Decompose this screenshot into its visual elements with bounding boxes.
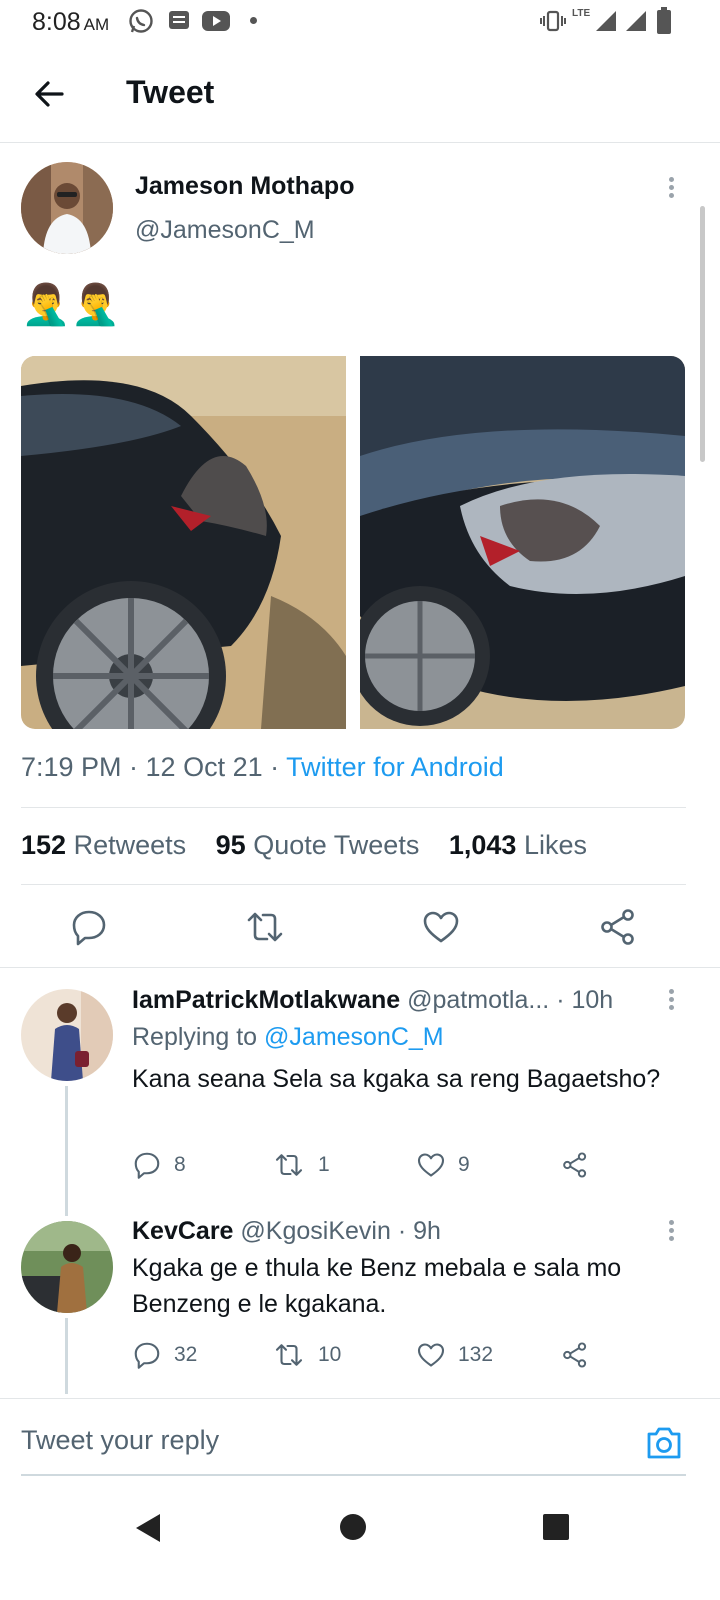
nav-recents-icon[interactable]	[543, 1514, 569, 1540]
replying-to: Replying to @JamesonC_M	[132, 1023, 444, 1052]
tweet-stats: 152 Retweets 95 Quote Tweets 1,043 Likes	[21, 830, 609, 861]
signal-icon-2	[626, 11, 646, 31]
retweet-icon[interactable]	[245, 907, 285, 947]
like-count: 132	[458, 1343, 494, 1366]
camera-icon[interactable]	[645, 1425, 683, 1461]
tweet-source-link[interactable]: Twitter for Android	[286, 752, 504, 782]
reply-avatar-image	[21, 1221, 113, 1313]
thread-line	[65, 1086, 68, 1216]
tweet-photo-2[interactable]	[360, 356, 685, 729]
tweet-meta: 7:19 PM · 12 Oct 21 · Twitter for Androi…	[21, 752, 504, 783]
divider	[21, 807, 686, 808]
share-icon[interactable]	[561, 1341, 589, 1369]
status-time-ampm: AM	[83, 15, 110, 34]
like-icon	[417, 1153, 445, 1177]
composer-underline	[21, 1474, 686, 1476]
nav-home-icon[interactable]	[340, 1514, 366, 1540]
whatsapp-icon	[129, 9, 153, 33]
reply-avatar-image	[21, 989, 113, 1081]
retweet-icon	[275, 1344, 303, 1366]
scrollbar[interactable]	[700, 206, 705, 462]
like-icon[interactable]	[421, 907, 461, 947]
reply-icon	[134, 1152, 160, 1179]
author-handle[interactable]: @JamesonC_M	[135, 216, 315, 245]
network-type-label: LTE	[572, 8, 591, 19]
likes-count: 1,043	[448, 830, 517, 860]
quote-tweets-count: 95	[215, 830, 246, 860]
reply-avatar[interactable]	[21, 989, 113, 1081]
reply-icon[interactable]	[69, 907, 109, 947]
reply-avatar[interactable]	[21, 1221, 113, 1313]
battery-icon	[657, 7, 671, 34]
share-icon[interactable]	[598, 907, 638, 947]
youtube-icon	[202, 11, 230, 31]
replying-to-link[interactable]: @JamesonC_M	[264, 1023, 444, 1051]
reply-like-button[interactable]: 132	[416, 1340, 493, 1370]
likes-stat[interactable]: 1,043 Likes	[449, 830, 587, 860]
reply-author-handle[interactable]: @patmotla...	[407, 986, 549, 1014]
quote-tweets-label: Quote Tweets	[253, 830, 420, 860]
replying-to-label: Replying to	[132, 1023, 265, 1051]
reply-author-name[interactable]: KevCare	[132, 1217, 233, 1245]
retweet-count: 10	[318, 1343, 342, 1366]
retweet-count: 1	[318, 1153, 330, 1176]
reply-count: 32	[174, 1343, 198, 1366]
status-time-value: 8:08	[32, 8, 81, 36]
reply-retweet-button[interactable]: 1	[272, 1150, 330, 1180]
section-divider	[0, 967, 720, 968]
reply-author-handle[interactable]: @KgosiKevin	[240, 1217, 390, 1245]
like-icon	[417, 1343, 445, 1367]
reply-age: · 9h	[397, 1217, 441, 1245]
app-header: Tweet	[0, 46, 720, 143]
tweet-more-icon[interactable]	[666, 174, 676, 208]
likes-label: Likes	[523, 830, 587, 860]
divider	[21, 884, 686, 885]
notification-dot-icon	[250, 17, 257, 24]
reply-like-button[interactable]: 9	[416, 1150, 470, 1180]
reply-more-icon[interactable]	[666, 986, 676, 1020]
reply-input[interactable]: Tweet your reply	[21, 1425, 219, 1456]
signal-icon	[596, 11, 616, 31]
quote-tweets-stat[interactable]: 95 Quote Tweets	[216, 830, 420, 860]
retweets-label: Retweets	[73, 830, 187, 860]
nav-back-icon[interactable]	[133, 1512, 163, 1544]
reply-reply-button[interactable]: 32	[132, 1340, 197, 1370]
message-icon	[169, 11, 189, 29]
reply-retweet-button[interactable]: 10	[272, 1340, 341, 1370]
reply-header: IamPatrickMotlakwane @patmotla... · 10h	[132, 986, 613, 1015]
reply-icon	[134, 1342, 160, 1369]
reply-more-icon[interactable]	[666, 1217, 676, 1251]
status-time: 8:08 AM	[32, 8, 109, 37]
retweets-count: 152	[21, 830, 67, 860]
car-photo-1-image	[21, 356, 346, 729]
reply-header: KevCare @KgosiKevin · 9h	[132, 1217, 441, 1246]
back-arrow-icon[interactable]	[30, 74, 70, 114]
like-count: 9	[458, 1153, 470, 1176]
car-photo-2-image	[360, 356, 685, 729]
page-title: Tweet	[126, 74, 215, 110]
system-nav-bar	[0, 1480, 720, 1600]
reply-age: · 10h	[556, 986, 614, 1014]
retweet-icon	[275, 1154, 303, 1176]
author-avatar[interactable]	[21, 162, 113, 254]
retweets-stat[interactable]: 152 Retweets	[21, 830, 186, 860]
thread-line	[65, 1318, 68, 1394]
author-avatar-image	[21, 162, 113, 254]
tweet-timestamp: 7:19 PM · 12 Oct 21 ·	[21, 752, 287, 782]
status-bar: 8:08 AM LTE	[0, 0, 720, 46]
reply-text: Kgaka ge e thula ke Benz mebala e sala m…	[132, 1254, 622, 1318]
share-icon[interactable]	[561, 1151, 589, 1179]
tweet-photo-1[interactable]	[21, 356, 346, 729]
reply-author-name[interactable]: IamPatrickMotlakwane	[132, 986, 400, 1014]
reply-count: 8	[174, 1153, 186, 1176]
author-name[interactable]: Jameson Mothapo	[135, 172, 354, 201]
reply-reply-button[interactable]: 8	[132, 1150, 186, 1180]
vibrate-icon	[540, 10, 566, 32]
reply-text: Kana seana Sela sa kgaka sa reng Bagaets…	[132, 1065, 661, 1093]
tweet-text: 🤦‍♂️🤦‍♂️	[21, 283, 121, 327]
